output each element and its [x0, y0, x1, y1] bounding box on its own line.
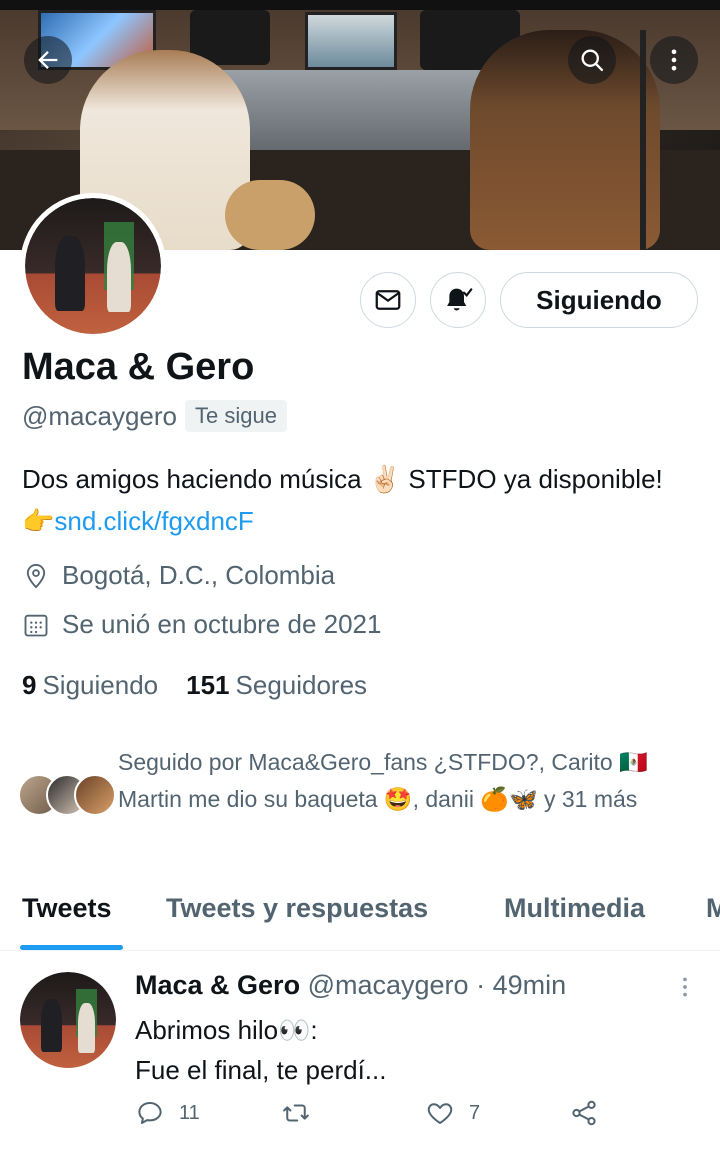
- reply-icon: [138, 1102, 162, 1124]
- tab-tweets[interactable]: Tweets: [22, 893, 112, 924]
- search-button[interactable]: [568, 36, 616, 84]
- avatar-figure: [106, 241, 132, 313]
- tab-likes[interactable]: M: [706, 893, 720, 924]
- follow-counts: 9 Siguiendo 151 Seguidores: [22, 670, 367, 701]
- followed-by-text: Seguido por Maca&Gero_fans ¿STFDO?, Cari…: [118, 749, 648, 812]
- profile-tabs: Tweets Tweets y respuestas Multimedia M: [0, 885, 720, 951]
- handle-row: @macaygero Te sigue: [22, 400, 287, 432]
- avatar-figure: [54, 236, 85, 311]
- following-label: Siguiendo: [42, 670, 159, 700]
- retweet-icon: [283, 1104, 309, 1122]
- retweet-button[interactable]: [281, 1098, 325, 1128]
- notifications-button[interactable]: [430, 272, 486, 328]
- arrow-left-icon: [38, 51, 58, 69]
- tweet-header: Maca & Gero @macaygero · 49min: [135, 970, 566, 1001]
- bell-check-icon: [447, 288, 473, 311]
- followers-count: 151: [186, 670, 230, 700]
- followers-link[interactable]: 151 Seguidores: [186, 670, 367, 701]
- mutual-avatars: [18, 774, 116, 818]
- tweet[interactable]: Maca & Gero @macaygero · 49min Abrimos h…: [0, 952, 720, 1165]
- joined-row: Se unió en octubre de 2021: [22, 609, 381, 640]
- more-vertical-icon: [671, 49, 677, 71]
- avatar-figure: [77, 1002, 95, 1053]
- tweet-more-button[interactable]: [672, 972, 698, 1002]
- banner-person: [470, 30, 660, 250]
- followers-label: Seguidores: [235, 670, 368, 700]
- tweet-actions: 11 7: [135, 1098, 615, 1138]
- reply-button[interactable]: 11: [135, 1098, 200, 1128]
- like-button[interactable]: 7: [425, 1098, 480, 1128]
- avatar-image: [25, 198, 161, 334]
- avatar-figure: [41, 998, 63, 1052]
- more-options-button[interactable]: [650, 36, 698, 84]
- reply-count: 11: [179, 1101, 200, 1124]
- share-icon: [572, 1100, 596, 1126]
- status-bar: [0, 0, 720, 10]
- message-button[interactable]: [360, 272, 416, 328]
- follows-you-badge: Te sigue: [185, 400, 287, 432]
- more-vertical-icon: [683, 977, 687, 997]
- following-link[interactable]: 9 Siguiendo: [22, 670, 158, 701]
- profile-avatar[interactable]: [20, 193, 166, 339]
- tab-media[interactable]: Multimedia: [504, 893, 645, 924]
- profile-name: Maca & Gero: [22, 346, 255, 388]
- tweet-avatar[interactable]: [20, 972, 116, 1068]
- tweet-line: Fue el final, te perdí...: [135, 1055, 387, 1085]
- tweet-author[interactable]: Maca & Gero: [135, 970, 300, 1000]
- location-pin-icon: [26, 563, 46, 588]
- share-button[interactable]: [569, 1098, 613, 1128]
- search-icon: [581, 49, 604, 72]
- calendar-icon: [24, 614, 48, 636]
- profile-handle: @macaygero: [22, 400, 178, 431]
- like-count: 7: [469, 1101, 481, 1124]
- tweet-line: Abrimos hilo👀:: [135, 1015, 318, 1045]
- banner-mic-stand: [640, 30, 646, 250]
- location-text: Bogotá, D.C., Colombia: [62, 560, 336, 590]
- following-count: 9: [22, 670, 37, 700]
- banner-guitar: [225, 180, 315, 250]
- heart-icon: [427, 1103, 453, 1124]
- following-button[interactable]: Siguiendo: [500, 272, 698, 328]
- mail-icon: [375, 290, 401, 310]
- location-row: Bogotá, D.C., Colombia: [22, 560, 335, 591]
- avatar-image: [20, 972, 116, 1068]
- banner-monitor: [305, 12, 397, 70]
- tweet-handle: @macaygero: [307, 970, 469, 1000]
- tab-tweets-replies[interactable]: Tweets y respuestas: [166, 893, 428, 924]
- joined-text: Se unió en octubre de 2021: [62, 609, 382, 639]
- mutual-avatar: [74, 774, 116, 816]
- tweet-time: · 49min: [476, 970, 567, 1000]
- bio-link[interactable]: snd.click/fgxdncF: [54, 506, 253, 536]
- active-tab-indicator: [20, 945, 123, 950]
- profile-bio: Dos amigos haciendo música ✌🏻 STFDO ya d…: [22, 458, 702, 542]
- back-button[interactable]: [24, 36, 72, 84]
- tweet-text: Abrimos hilo👀: Fue el final, te perdí...: [135, 1010, 386, 1090]
- followed-by-section[interactable]: Seguido por Maca&Gero_fans ¿STFDO?, Cari…: [18, 744, 708, 818]
